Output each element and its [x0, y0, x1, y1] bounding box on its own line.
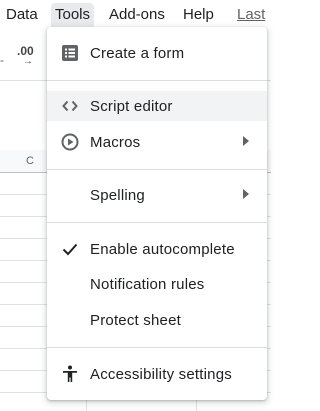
menu-item-label: Create a form: [90, 45, 185, 62]
increase-decimal-button[interactable]: .00 →: [17, 44, 34, 67]
menu-item-protect-sheet[interactable]: Protect sheet: [47, 305, 267, 335]
menu-item-macros[interactable]: Macros: [47, 127, 267, 157]
tools-menu: Create a form Script editor Macros Spell…: [47, 27, 267, 400]
submenu-arrow-icon: [243, 189, 249, 199]
menu-item-script-editor[interactable]: Script editor: [47, 91, 267, 121]
menu-item-spelling[interactable]: Spelling: [47, 180, 267, 210]
code-icon: [62, 100, 78, 112]
menu-item-label: Protect sheet: [90, 312, 181, 329]
menu-addons[interactable]: Add-ons: [109, 6, 165, 23]
menu-divider: [47, 347, 267, 348]
menu-item-label: Spelling: [90, 187, 145, 204]
menu-item-notification-rules[interactable]: Notification rules: [47, 269, 267, 299]
menu-divider: [47, 222, 267, 223]
menu-divider: [47, 169, 267, 170]
decrease-decimal-fragment[interactable]: -: [0, 53, 4, 67]
menu-bar: Data Tools Add-ons Help Last: [0, 0, 271, 30]
column-header-c[interactable]: C: [26, 155, 34, 167]
menu-item-label: Enable autocomplete: [90, 241, 235, 258]
form-icon: [62, 45, 78, 61]
menu-item-label: Script editor: [90, 98, 173, 115]
arrow-right-icon: →: [23, 56, 33, 67]
menu-data[interactable]: Data: [6, 6, 38, 23]
menu-item-label: Accessibility settings: [90, 366, 232, 383]
menu-item-enable-autocomplete[interactable]: Enable autocomplete: [47, 234, 267, 264]
accessibility-icon: [63, 365, 77, 382]
submenu-arrow-icon: [243, 136, 249, 146]
play-circle-icon: [61, 133, 79, 151]
menu-item-accessibility-settings[interactable]: Accessibility settings: [47, 359, 267, 389]
menu-item-create-form[interactable]: Create a form: [47, 38, 267, 68]
menu-item-label: Notification rules: [90, 276, 205, 293]
checkmark-icon: [62, 243, 78, 256]
menu-help[interactable]: Help: [183, 6, 214, 23]
menu-item-label: Macros: [90, 134, 141, 151]
menu-divider: [47, 80, 267, 81]
last-edit-link[interactable]: Last: [237, 6, 265, 23]
menu-tools[interactable]: Tools: [51, 3, 95, 30]
